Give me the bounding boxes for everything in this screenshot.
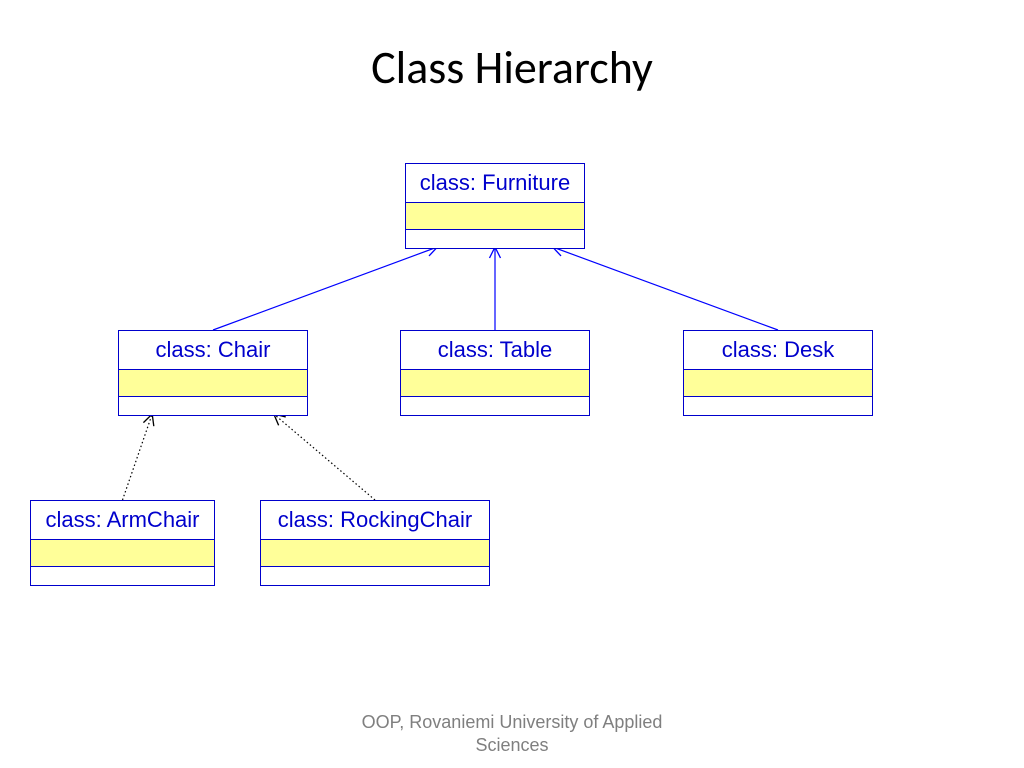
class-name: class: Desk (684, 331, 872, 370)
class-attributes (31, 540, 214, 567)
class-box-furniture: class: Furniture (405, 163, 585, 249)
class-box-chair: class: Chair (118, 330, 308, 416)
class-name: class: Furniture (406, 164, 584, 203)
class-box-rockingchair: class: RockingChair (260, 500, 490, 586)
footer-line1: OOP, Rovaniemi University of Applied (362, 712, 663, 732)
inheritance-arrow (553, 247, 778, 330)
class-operations (261, 567, 489, 585)
footer-text: OOP, Rovaniemi University of Applied Sci… (0, 711, 1024, 756)
class-name: class: ArmChair (31, 501, 214, 540)
class-operations (684, 397, 872, 415)
class-attributes (406, 203, 584, 230)
class-operations (401, 397, 589, 415)
class-attributes (401, 370, 589, 397)
class-operations (406, 230, 584, 248)
inheritance-arrow (274, 414, 375, 500)
inheritance-arrow (123, 414, 153, 500)
class-attributes (119, 370, 307, 397)
class-operations (31, 567, 214, 585)
class-operations (119, 397, 307, 415)
class-name: class: Chair (119, 331, 307, 370)
class-box-table: class: Table (400, 330, 590, 416)
class-box-armchair: class: ArmChair (30, 500, 215, 586)
class-attributes (261, 540, 489, 567)
class-box-desk: class: Desk (683, 330, 873, 416)
class-name: class: RockingChair (261, 501, 489, 540)
page-title: Class Hierarchy (0, 40, 1024, 96)
class-name: class: Table (401, 331, 589, 370)
class-attributes (684, 370, 872, 397)
inheritance-arrow (213, 247, 437, 330)
footer-line2: Sciences (475, 735, 548, 755)
